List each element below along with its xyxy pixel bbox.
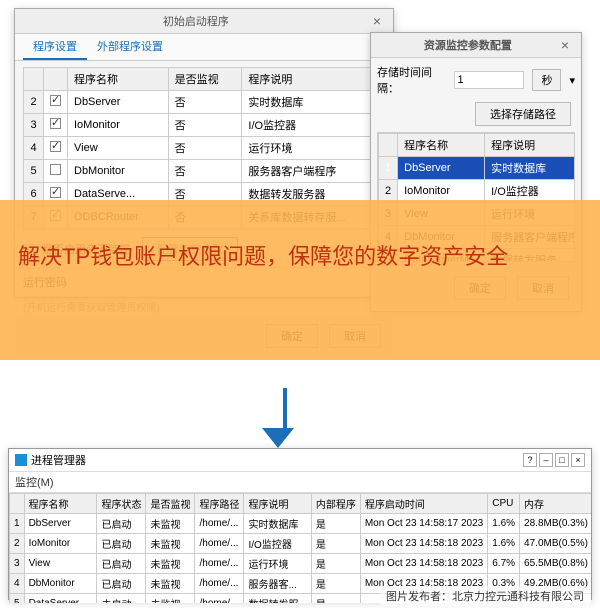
unit-select[interactable]: 秒 bbox=[532, 69, 561, 91]
select-path-button[interactable]: 选择存储路径 bbox=[475, 102, 571, 126]
col-desc: 程序说明 bbox=[242, 68, 385, 91]
window-title: 初始启动程序 bbox=[23, 13, 369, 29]
tabs: 程序设置 外部程序设置 bbox=[15, 34, 393, 61]
table-row[interactable]: 1DbServer已启动未监视/home/...实时数据库是Mon Oct 23… bbox=[10, 514, 592, 534]
table-row[interactable]: 3View已启动未监视/home/...运行环境是Mon Oct 23 14:5… bbox=[10, 554, 592, 574]
table-row[interactable]: 2DbServer否实时数据库 bbox=[24, 91, 385, 114]
menu-monitor[interactable]: 监控(M) bbox=[15, 477, 54, 489]
store-interval-row: 存储时间间隔： 秒 ▾ bbox=[377, 64, 575, 96]
col-monitor: 是否监视 bbox=[168, 68, 242, 91]
banner-text: 解决TP钱包账户权限问题，保障您的数字资产安全 bbox=[18, 240, 582, 273]
tab-external-programs[interactable]: 外部程序设置 bbox=[87, 34, 173, 60]
minimize-icon[interactable]: – bbox=[539, 453, 553, 467]
app-icon bbox=[15, 454, 27, 466]
window-title: 资源监控参数配置 bbox=[379, 37, 557, 53]
tab-program-settings[interactable]: 程序设置 bbox=[23, 34, 87, 60]
close-icon[interactable]: × bbox=[571, 453, 585, 467]
process-manager-window: 进程管理器 ? – □ × 监控(M) 程序名称程序状态是否监视程序路径程序说明… bbox=[8, 448, 592, 600]
col-name: 程序名称 bbox=[68, 68, 169, 91]
row-checkbox bbox=[50, 164, 61, 175]
row-checkbox bbox=[50, 187, 61, 198]
store-interval-input[interactable] bbox=[454, 71, 524, 89]
col-desc: 程序说明 bbox=[485, 134, 575, 157]
row-checkbox bbox=[50, 95, 61, 106]
help-icon[interactable]: ? bbox=[523, 453, 537, 467]
overlay-banner: 解决TP钱包账户权限问题，保障您的数字资产安全 bbox=[0, 200, 600, 360]
titlebar[interactable]: 初始启动程序 × bbox=[15, 9, 393, 34]
row-checkbox bbox=[50, 141, 61, 152]
store-label: 存储时间间隔： bbox=[377, 64, 450, 96]
table-row[interactable]: 1DbServer实时数据库是 bbox=[379, 157, 576, 180]
table-row[interactable]: 5DbMonitor否服务器客户端程序 bbox=[24, 160, 385, 183]
close-icon[interactable]: × bbox=[369, 13, 385, 29]
window-title: 进程管理器 bbox=[31, 452, 86, 468]
titlebar[interactable]: 资源监控参数配置 × bbox=[371, 33, 581, 58]
table-row[interactable]: 2IoMonitor已启动未监视/home/...I/O监控器是Mon Oct … bbox=[10, 534, 592, 554]
titlebar[interactable]: 进程管理器 ? – □ × bbox=[9, 449, 591, 472]
chevron-down-icon[interactable]: ▾ bbox=[569, 74, 575, 87]
close-icon[interactable]: × bbox=[557, 37, 573, 53]
table-row[interactable]: 3IoMonitor否I/O监控器 bbox=[24, 114, 385, 137]
attribution-text: 图片发布者：北京力控元通科技有限公司 bbox=[380, 586, 590, 606]
menubar: 监控(M) bbox=[9, 472, 591, 493]
maximize-icon[interactable]: □ bbox=[555, 453, 569, 467]
table-row[interactable]: 4View否运行环境 bbox=[24, 137, 385, 160]
col-name: 程序名称 bbox=[398, 134, 485, 157]
row-checkbox bbox=[50, 118, 61, 129]
arrow-down-icon bbox=[276, 388, 294, 448]
